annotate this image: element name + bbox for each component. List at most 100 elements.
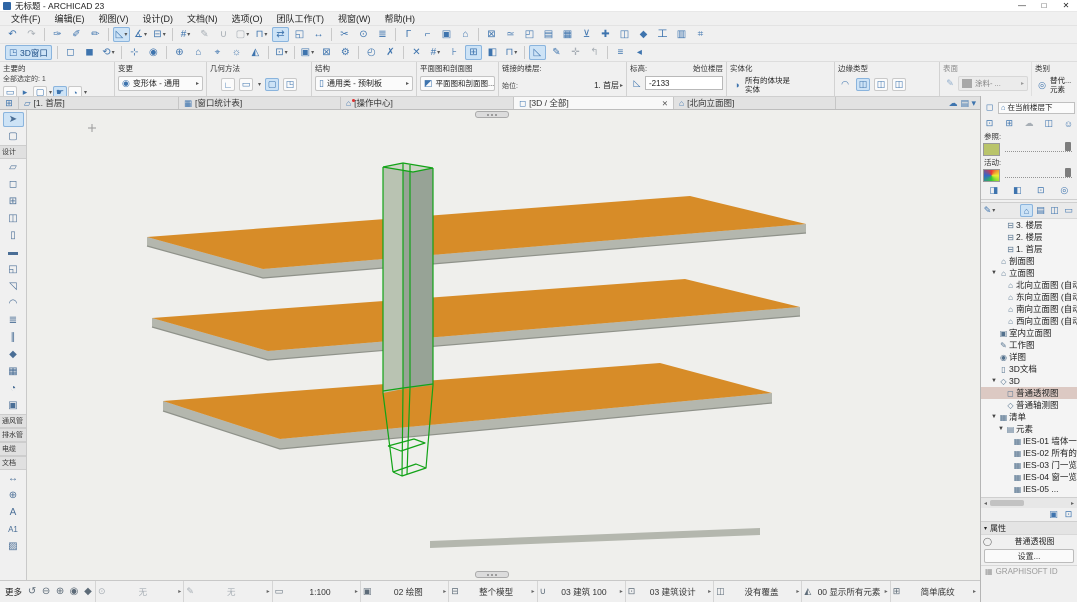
- style-3d[interactable]: ⊞简单底纹▸: [890, 581, 978, 602]
- fillet-button[interactable]: Γ: [400, 27, 417, 42]
- linked-story-value[interactable]: 1. 首层: [594, 80, 619, 91]
- structure-dropdown[interactable]: ▯ 通用类 - 预制板 ▸: [315, 76, 413, 91]
- navigator-item-elevation-east[interactable]: ⌂东向立面图 (自动重建): [981, 291, 1077, 303]
- scroll-right-icon[interactable]: ▸: [1068, 500, 1077, 507]
- 3d-window-toggle[interactable]: ◳3D窗口: [5, 45, 52, 60]
- navigator-item-elevations[interactable]: ▼⌂立面图: [981, 267, 1077, 279]
- roof-tool[interactable]: ◹: [3, 279, 24, 294]
- fill-tool[interactable]: ▨: [3, 539, 24, 554]
- view-map-tab-icon[interactable]: ▤: [1034, 204, 1047, 217]
- tab-3d-all[interactable]: ◻[3D / 全部]✕: [514, 97, 674, 109]
- opening-tool[interactable]: ▣: [3, 398, 24, 413]
- group-button[interactable]: ▢▾: [234, 27, 251, 42]
- navigator-item-perspective-view[interactable]: ◻普通透视图: [981, 387, 1077, 399]
- active-opacity-slider[interactable]: [1005, 171, 1072, 178]
- add-element-button[interactable]: ✚: [597, 27, 614, 42]
- graphisoft-id-bar[interactable]: ▦ GRAPHISOFT ID: [981, 565, 1077, 577]
- markup-tools[interactable]: ✎无▸: [183, 581, 271, 602]
- lock-button[interactable]: ⊓▾: [253, 27, 270, 42]
- menu-teamwork[interactable]: 团队工作(T): [270, 12, 332, 25]
- scale-selector[interactable]: ▭1:100▸: [272, 581, 360, 602]
- surface-dropdown[interactable]: 涂料- ... ▸: [958, 76, 1028, 91]
- morph-column-selection-edge-9[interactable]: [388, 439, 425, 451]
- look-to-button[interactable]: ◉: [145, 45, 162, 60]
- favorites-button[interactable]: ▭: [3, 86, 17, 96]
- camera-button[interactable]: ⌖: [209, 45, 226, 60]
- doors-windows-button[interactable]: ◫: [616, 27, 633, 42]
- orbit-mode-icon[interactable]: ◉: [67, 585, 81, 599]
- more-button[interactable]: 更多: [2, 586, 25, 598]
- morph-column-left-face[interactable]: [383, 163, 403, 393]
- fit-in-window-button[interactable]: ✕: [408, 45, 425, 60]
- new-folder-icon[interactable]: ⊡: [1062, 508, 1075, 521]
- explore-model-button[interactable]: ⊹: [126, 45, 143, 60]
- grid-tool-button[interactable]: ▦: [559, 27, 576, 42]
- tab-layout-switcher[interactable]: ⊞: [0, 97, 19, 109]
- view-cone-button[interactable]: ◭: [247, 45, 264, 60]
- solid-operations-button[interactable]: ⊻: [578, 27, 595, 42]
- adjust-button[interactable]: ≣: [374, 27, 391, 42]
- expand-arrow-icon[interactable]: ▼: [997, 426, 1005, 432]
- door-tool[interactable]: ◻: [3, 177, 24, 192]
- zone-tool[interactable]: ◔: [3, 381, 24, 396]
- parameter-pen-button[interactable]: ✏: [87, 27, 104, 42]
- zoom-in-icon[interactable]: ⊕: [53, 585, 67, 599]
- navigator-item-ies-02[interactable]: ▦IES-02 所有的开...: [981, 447, 1077, 459]
- minimize-button[interactable]: —: [1011, 0, 1033, 11]
- inject-parameters-button[interactable]: ✐: [68, 27, 85, 42]
- label-tool[interactable]: A1: [3, 522, 24, 537]
- navigator-item-elevation-west[interactable]: ⌂西向立面图 (自动重建): [981, 315, 1077, 327]
- scrollbar-thumb[interactable]: [990, 500, 1024, 506]
- close-3d-button[interactable]: ✗: [382, 45, 399, 60]
- geometry-revolved-button[interactable]: ◳: [283, 78, 297, 91]
- lock-3d-button[interactable]: ⊓▾: [503, 45, 520, 60]
- group-cable[interactable]: 电缆: [0, 442, 26, 456]
- top-splitter-handle[interactable]: [475, 111, 509, 118]
- clone-view-button[interactable]: ⊡▾: [273, 45, 290, 60]
- navigator-item-documents-3d[interactable]: ▯3D文档: [981, 363, 1077, 375]
- sun-settings-button[interactable]: ☼: [228, 45, 245, 60]
- slider-knob[interactable]: [1065, 142, 1071, 151]
- menu-window[interactable]: 视窗(W): [331, 12, 378, 25]
- lower-slab-edge[interactable]: [430, 528, 760, 548]
- bottom-splitter-handle[interactable]: [475, 571, 509, 578]
- edge-sharp-button[interactable]: ◫: [856, 78, 870, 91]
- menu-help[interactable]: 帮助(H): [378, 12, 423, 25]
- slider-knob[interactable]: [1065, 168, 1071, 177]
- marquee-tool[interactable]: ▢: [3, 129, 24, 144]
- reset-reference-icon[interactable]: ⊡: [1034, 184, 1047, 197]
- shell-tool[interactable]: ◠: [3, 296, 24, 311]
- plan-section-dropdown[interactable]: ◩ 平面图和剖面图... ▸: [420, 76, 495, 91]
- menu-view[interactable]: 视图(V): [92, 12, 136, 25]
- navigator-item-elevation-north[interactable]: ⌂北向立面图 (自动重建): [981, 279, 1077, 291]
- stretch-button[interactable]: ↔: [310, 27, 327, 42]
- move-reference-icon[interactable]: ◨: [987, 184, 1000, 197]
- trace-reference-dropdown[interactable]: ⌂ 在当前楼层下: [998, 102, 1075, 114]
- intersect-button[interactable]: ⊙: [355, 27, 372, 42]
- arrow-options-button[interactable]: ◔: [68, 86, 82, 96]
- navigator-item-story-2[interactable]: ⊟2. 楼层: [981, 231, 1077, 243]
- photo-render-button[interactable]: ▣▾: [299, 45, 316, 60]
- navigator-item-interior-elevations[interactable]: ▣室内立面图: [981, 327, 1077, 339]
- undo-button[interactable]: ↶: [4, 27, 21, 42]
- navigator-item-axonometric-view[interactable]: ◇普通轴测图: [981, 399, 1077, 411]
- tab-first-floor[interactable]: ▱[1. 首层]: [19, 97, 179, 109]
- partial-structure-display[interactable]: ⊟整个模型▸: [448, 581, 536, 602]
- navigator-item-worksheets[interactable]: ✎工作图: [981, 339, 1077, 351]
- add-reference-icon[interactable]: ⊞: [1003, 117, 1016, 130]
- tab-action-center[interactable]: ⌂[操作中心]: [341, 97, 514, 109]
- navigator-item-story-3[interactable]: ⊟3. 楼层: [981, 219, 1077, 231]
- scroll-left-icon[interactable]: ◂: [981, 500, 990, 507]
- split-button[interactable]: ✂: [336, 27, 353, 42]
- navigator-item-elevation-south[interactable]: ⌂南向立面图 (自动重建): [981, 303, 1077, 315]
- suspend-groups-button[interactable]: ⇄: [272, 27, 289, 42]
- marquee-area-button[interactable]: ◱: [291, 27, 308, 42]
- elevation-input[interactable]: -2133: [645, 76, 723, 90]
- previous-view-button[interactable]: ◂: [631, 45, 648, 60]
- viewport-3d[interactable]: [27, 110, 980, 580]
- morph-column-selection-edge-8[interactable]: [393, 464, 426, 476]
- home-story-button[interactable]: ⌂: [457, 27, 474, 42]
- tab-window-schedule[interactable]: ▦[窗口统计表]: [179, 97, 341, 109]
- beam-tool[interactable]: ▬: [3, 245, 24, 260]
- editing-plane-display-button[interactable]: ⊞: [465, 45, 482, 60]
